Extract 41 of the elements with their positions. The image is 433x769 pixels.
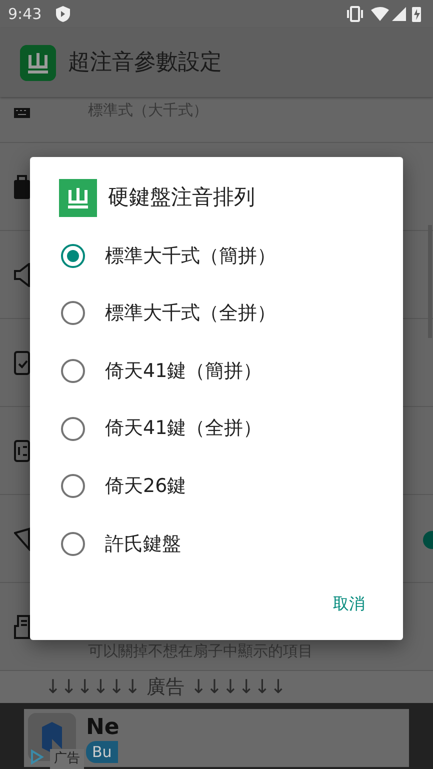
dialog-title: 硬鍵盤注音排列 xyxy=(108,184,255,212)
radio-button[interactable] xyxy=(61,474,85,498)
radio-button[interactable] xyxy=(61,416,85,441)
radio-button[interactable] xyxy=(61,358,85,383)
box-icon xyxy=(14,174,30,198)
ad-banner[interactable]: Ne 广告 Bu xyxy=(24,709,409,767)
radio-option[interactable]: 倚天41鍵（全拼） xyxy=(30,400,403,458)
radio-option[interactable]: 標準大千式（全拼） xyxy=(30,284,403,342)
option-label: 許氏鍵盤 xyxy=(105,532,181,557)
keyboard-icon xyxy=(14,108,30,118)
phone-icon xyxy=(14,350,30,374)
fan-icon xyxy=(14,526,30,550)
radio-option[interactable]: 標準大千式（簡拼） xyxy=(30,227,403,285)
radio-button[interactable] xyxy=(61,301,85,326)
ad-divider-label: ↓↓↓↓↓↓ 廣告 ↓↓↓↓↓↓ xyxy=(0,671,433,703)
vibrate-icon xyxy=(345,6,365,22)
signal-icon xyxy=(392,7,406,21)
play-icon xyxy=(30,749,44,765)
option-label: 倚天41鍵（全拼） xyxy=(105,416,262,442)
ad-title: Ne xyxy=(86,714,120,742)
radio-button[interactable] xyxy=(61,532,85,556)
number-icon xyxy=(14,438,30,462)
ad-button[interactable]: Bu xyxy=(86,741,118,763)
document-icon xyxy=(14,614,30,638)
ad-tag: 广告 xyxy=(50,749,84,768)
option-label: 標準大千式（全拼） xyxy=(105,301,276,326)
radio-option[interactable]: 許氏鍵盤 xyxy=(30,514,403,573)
cancel-button[interactable]: 取消 xyxy=(329,588,369,620)
radio-option[interactable]: 倚天26鍵 xyxy=(30,457,403,515)
battery-icon xyxy=(412,6,421,22)
option-label: 標準大千式（簡拼） xyxy=(105,244,276,269)
app-logo-icon xyxy=(20,44,56,80)
shield-icon xyxy=(56,6,70,22)
radio-option[interactable]: 倚天41鍵（簡拼） xyxy=(30,342,403,400)
radio-button[interactable] xyxy=(61,244,85,268)
option-label: 倚天41鍵（簡拼） xyxy=(105,358,262,384)
clock-time: 9:43 xyxy=(8,4,42,25)
option-label: 倚天26鍵 xyxy=(105,474,186,499)
app-title: 超注音參數設定 xyxy=(68,49,222,77)
wifi-icon xyxy=(371,7,389,21)
speaker-icon xyxy=(14,262,30,286)
